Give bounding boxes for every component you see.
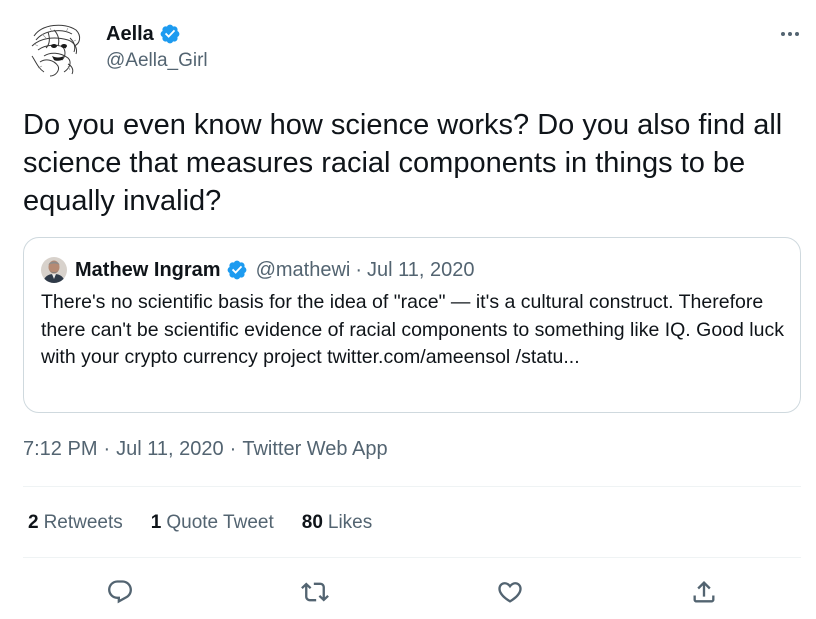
divider [23, 557, 801, 558]
more-dot [795, 32, 799, 36]
divider [23, 486, 801, 487]
quoted-author-name[interactable]: Mathew Ingram [75, 259, 221, 282]
quote-tweets-stat[interactable]: 1 Quote Tweet [151, 512, 274, 534]
tweet-time[interactable]: 7:12 PM [23, 438, 97, 460]
separator-dot: · [355, 258, 363, 281]
verified-badge-icon [227, 260, 246, 280]
tweet-meta: 7:12 PM · Jul 11, 2020 · Twitter Web App [23, 438, 388, 461]
quoted-tweet-text: There's no scientific basis for the idea… [41, 291, 784, 368]
more-dot [788, 32, 792, 36]
quoted-tweet-date[interactable]: Jul 11, 2020 [367, 259, 475, 282]
author-handle[interactable]: @Aella_Girl [106, 50, 208, 72]
portrait-avatar-icon [41, 257, 67, 283]
tweet-stats: 2 Retweets 1 Quote Tweet 80 Likes [28, 512, 372, 534]
quoted-tweet-header: Mathew Ingram @mathewi · Jul 11, 2020 [41, 257, 475, 283]
tweet-actions [23, 572, 801, 612]
retweets-label: Retweets [43, 512, 123, 533]
quote-tweets-count: 1 [150, 512, 162, 533]
retweets-count: 2 [28, 512, 39, 533]
retweets-stat[interactable]: 2 Retweets [28, 512, 123, 534]
quoted-tweet-card[interactable]: Mathew Ingram @mathewi · Jul 11, 2020 Th… [23, 237, 801, 413]
quoted-author-avatar[interactable] [41, 257, 67, 283]
more-options-button[interactable] [776, 24, 804, 44]
reply-button[interactable] [102, 574, 138, 610]
reply-icon [108, 580, 132, 604]
retweet-button[interactable] [297, 574, 333, 610]
sketch-portrait-avatar [24, 16, 90, 82]
author-avatar[interactable] [24, 16, 90, 82]
author-name[interactable]: Aella [106, 23, 154, 46]
like-button[interactable] [492, 574, 528, 610]
share-icon [693, 581, 715, 603]
author-name-row: Aella [106, 22, 208, 46]
tweet-header: Aella @Aella_Girl [24, 16, 804, 82]
verified-badge-icon [160, 24, 180, 44]
likes-stat[interactable]: 80 Likes [302, 512, 373, 534]
likes-count: 80 [301, 512, 323, 533]
share-button[interactable] [686, 574, 722, 610]
like-icon [498, 582, 522, 603]
quoted-author-handle[interactable]: @mathewi [256, 259, 351, 282]
author-info: Aella @Aella_Girl [106, 22, 208, 72]
retweet-icon [301, 582, 329, 602]
more-dot [781, 32, 785, 36]
tweet-text: Do you even know how science works? Do y… [23, 109, 783, 217]
quote-tweets-label: Quote Tweet [166, 512, 274, 533]
separator-dot: · [103, 438, 111, 460]
separator-dot: · [229, 438, 237, 460]
likes-label: Likes [327, 512, 373, 533]
tweet-source[interactable]: Twitter Web App [242, 438, 387, 460]
tweet-date[interactable]: Jul 11, 2020 [116, 438, 224, 460]
